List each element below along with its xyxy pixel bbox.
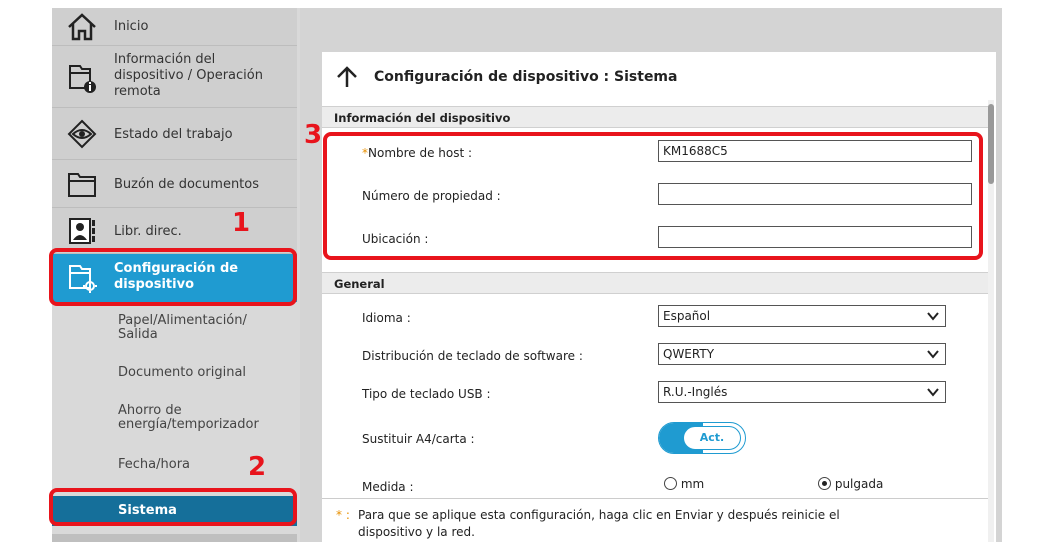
highlight-box-1 xyxy=(49,248,297,306)
footnote-line2: dispositivo y la red. xyxy=(358,525,475,539)
footnote-line1: Para que se aplique esta configuración, … xyxy=(358,508,840,522)
usb-keyboard-select[interactable]: R.U.-Inglés xyxy=(658,381,946,403)
home-icon xyxy=(68,13,96,41)
measure-label: Medida : xyxy=(362,480,414,494)
toggle-knob: Act. xyxy=(683,426,741,450)
folder-icon xyxy=(68,173,96,197)
sidebar-item-inicio[interactable]: Inicio xyxy=(52,8,297,46)
sidebar-subitem-energy-timer[interactable]: Ahorro de energía/temporizador xyxy=(52,398,297,438)
a4-letter-label: Sustituir A4/carta : xyxy=(362,432,475,446)
section-header-device-info: Información del dispositivo xyxy=(322,106,988,128)
footnote-box: * : Para que se aplique esta configuraci… xyxy=(322,498,988,542)
keyboard-layout-label: Distribución de teclado de software : xyxy=(362,349,583,363)
main-content: Configuración de dispositivo : Sistema I… xyxy=(300,8,1002,542)
sidebar-next-item-partial xyxy=(52,534,297,542)
sidebar-item-label: Información del dispositivo / Operación … xyxy=(114,52,263,99)
eye-icon xyxy=(67,119,97,149)
sidebar-item-label: Libr. direc. xyxy=(114,224,182,239)
language-select[interactable]: Español xyxy=(658,305,946,327)
callout-number-3: 3 xyxy=(304,120,323,150)
sidebar-subitem-label: Fecha/hora xyxy=(118,457,191,472)
device-info-icon xyxy=(69,65,96,93)
chevron-down-icon xyxy=(927,312,939,321)
callout-number-1: 1 xyxy=(232,208,251,238)
language-label: Idioma : xyxy=(362,311,411,325)
a4-letter-toggle[interactable]: Act. xyxy=(658,422,746,454)
sidebar-subitem-label: Papel/Alimentación/ Salida xyxy=(118,313,247,342)
chevron-down-icon xyxy=(927,350,939,359)
scrollbar[interactable] xyxy=(988,100,994,542)
arrow-up-icon[interactable] xyxy=(336,66,358,88)
measure-mm-radio[interactable]: mm xyxy=(664,477,704,491)
keyboard-layout-select[interactable]: QWERTY xyxy=(658,343,946,365)
usb-keyboard-label: Tipo de teclado USB : xyxy=(362,387,491,401)
measure-inch-radio[interactable]: pulgada xyxy=(818,477,883,491)
highlight-box-3 xyxy=(323,132,983,260)
page-title: Configuración de dispositivo : Sistema xyxy=(374,69,678,85)
sidebar-item-label: Inicio xyxy=(114,19,149,34)
sidebar-subitem-label: Documento original xyxy=(118,365,247,380)
sidebar-item-job-status[interactable]: Estado del trabajo xyxy=(52,108,297,160)
address-book-icon xyxy=(69,218,95,244)
sidebar-item-document-box[interactable]: Buzón de documentos xyxy=(52,160,297,208)
scrollbar-thumb[interactable] xyxy=(988,104,994,184)
sidebar-item-device-info[interactable]: Información del dispositivo / Operación … xyxy=(52,46,297,108)
highlight-box-2 xyxy=(49,488,297,526)
radio-circle xyxy=(664,477,677,490)
section-header-general: General xyxy=(322,272,988,294)
sidebar-subitem-label: Ahorro de energía/temporizador xyxy=(118,403,259,432)
callout-number-2: 2 xyxy=(248,452,267,482)
settings-panel: Configuración de dispositivo : Sistema I… xyxy=(322,52,996,542)
sidebar-subitem-original-document[interactable]: Documento original xyxy=(52,358,297,388)
chevron-down-icon xyxy=(927,388,939,397)
sidebar-subitem-paper[interactable]: Papel/Alimentación/ Salida xyxy=(52,308,297,348)
sidebar-item-label: Buzón de documentos xyxy=(114,177,260,192)
radio-circle-selected xyxy=(818,477,831,490)
sidebar-item-label: Estado del trabajo xyxy=(114,127,233,142)
footnote-marker: * : xyxy=(336,508,350,522)
